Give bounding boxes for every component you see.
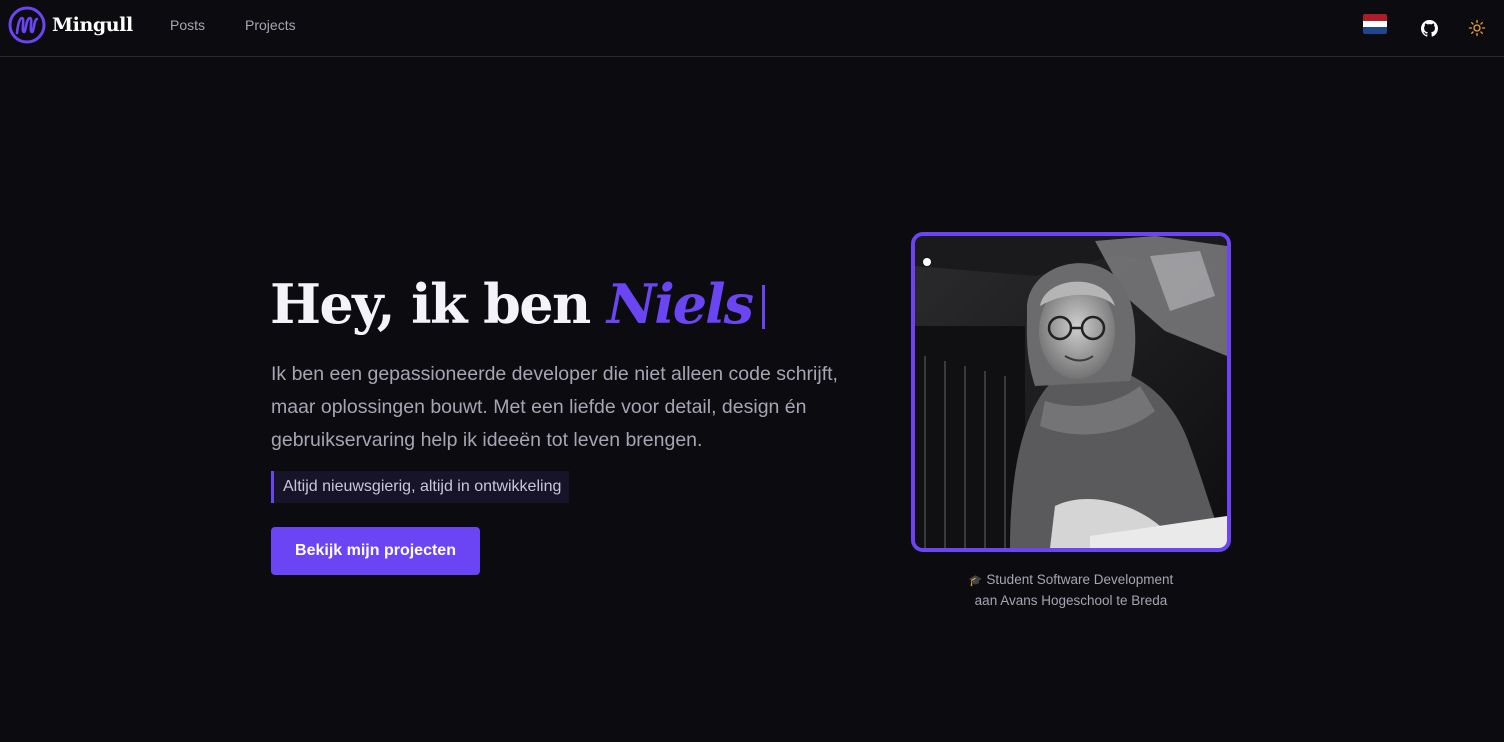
hero-title-prefix: Hey, ik ben bbox=[270, 272, 607, 336]
typing-caret bbox=[762, 285, 766, 329]
language-switch-netherlands-flag-icon[interactable] bbox=[1363, 14, 1387, 34]
hero-title-name: Niels bbox=[606, 272, 754, 336]
caption-line-2: aan Avans Hogeschool te Breda bbox=[974, 593, 1168, 608]
mingull-logo-icon bbox=[8, 6, 46, 44]
theme-toggle-button[interactable] bbox=[1463, 14, 1491, 42]
tagline-badge: Altijd nieuwsgierig, altijd in ontwikkel… bbox=[271, 471, 570, 503]
graduation-cap-icon: 🎓 bbox=[968, 575, 983, 587]
profile-photo-image bbox=[915, 236, 1227, 548]
top-navigation-bar: Mingull Posts Projects bbox=[0, 0, 1504, 57]
sun-icon bbox=[1468, 19, 1486, 37]
hero-title: Hey, ik ben Niels bbox=[270, 268, 766, 340]
main-nav: Posts Projects bbox=[170, 16, 336, 34]
nav-link-projects[interactable]: Projects bbox=[245, 16, 296, 34]
profile-photo bbox=[911, 232, 1231, 552]
caption-line-1: Student Software Development bbox=[986, 572, 1174, 587]
view-projects-button[interactable]: Bekijk mijn projecten bbox=[271, 527, 480, 575]
profile-caption: 🎓 Student Software Development aan Avans … bbox=[911, 570, 1231, 611]
brand-name: Mingull bbox=[52, 14, 133, 36]
nav-link-posts[interactable]: Posts bbox=[170, 16, 205, 34]
hero-intro-text: Ik ben een gepassioneerde developer die … bbox=[271, 363, 838, 451]
github-icon bbox=[1420, 19, 1438, 37]
brand-home-link[interactable]: Mingull bbox=[8, 6, 133, 44]
github-link[interactable] bbox=[1415, 14, 1443, 42]
